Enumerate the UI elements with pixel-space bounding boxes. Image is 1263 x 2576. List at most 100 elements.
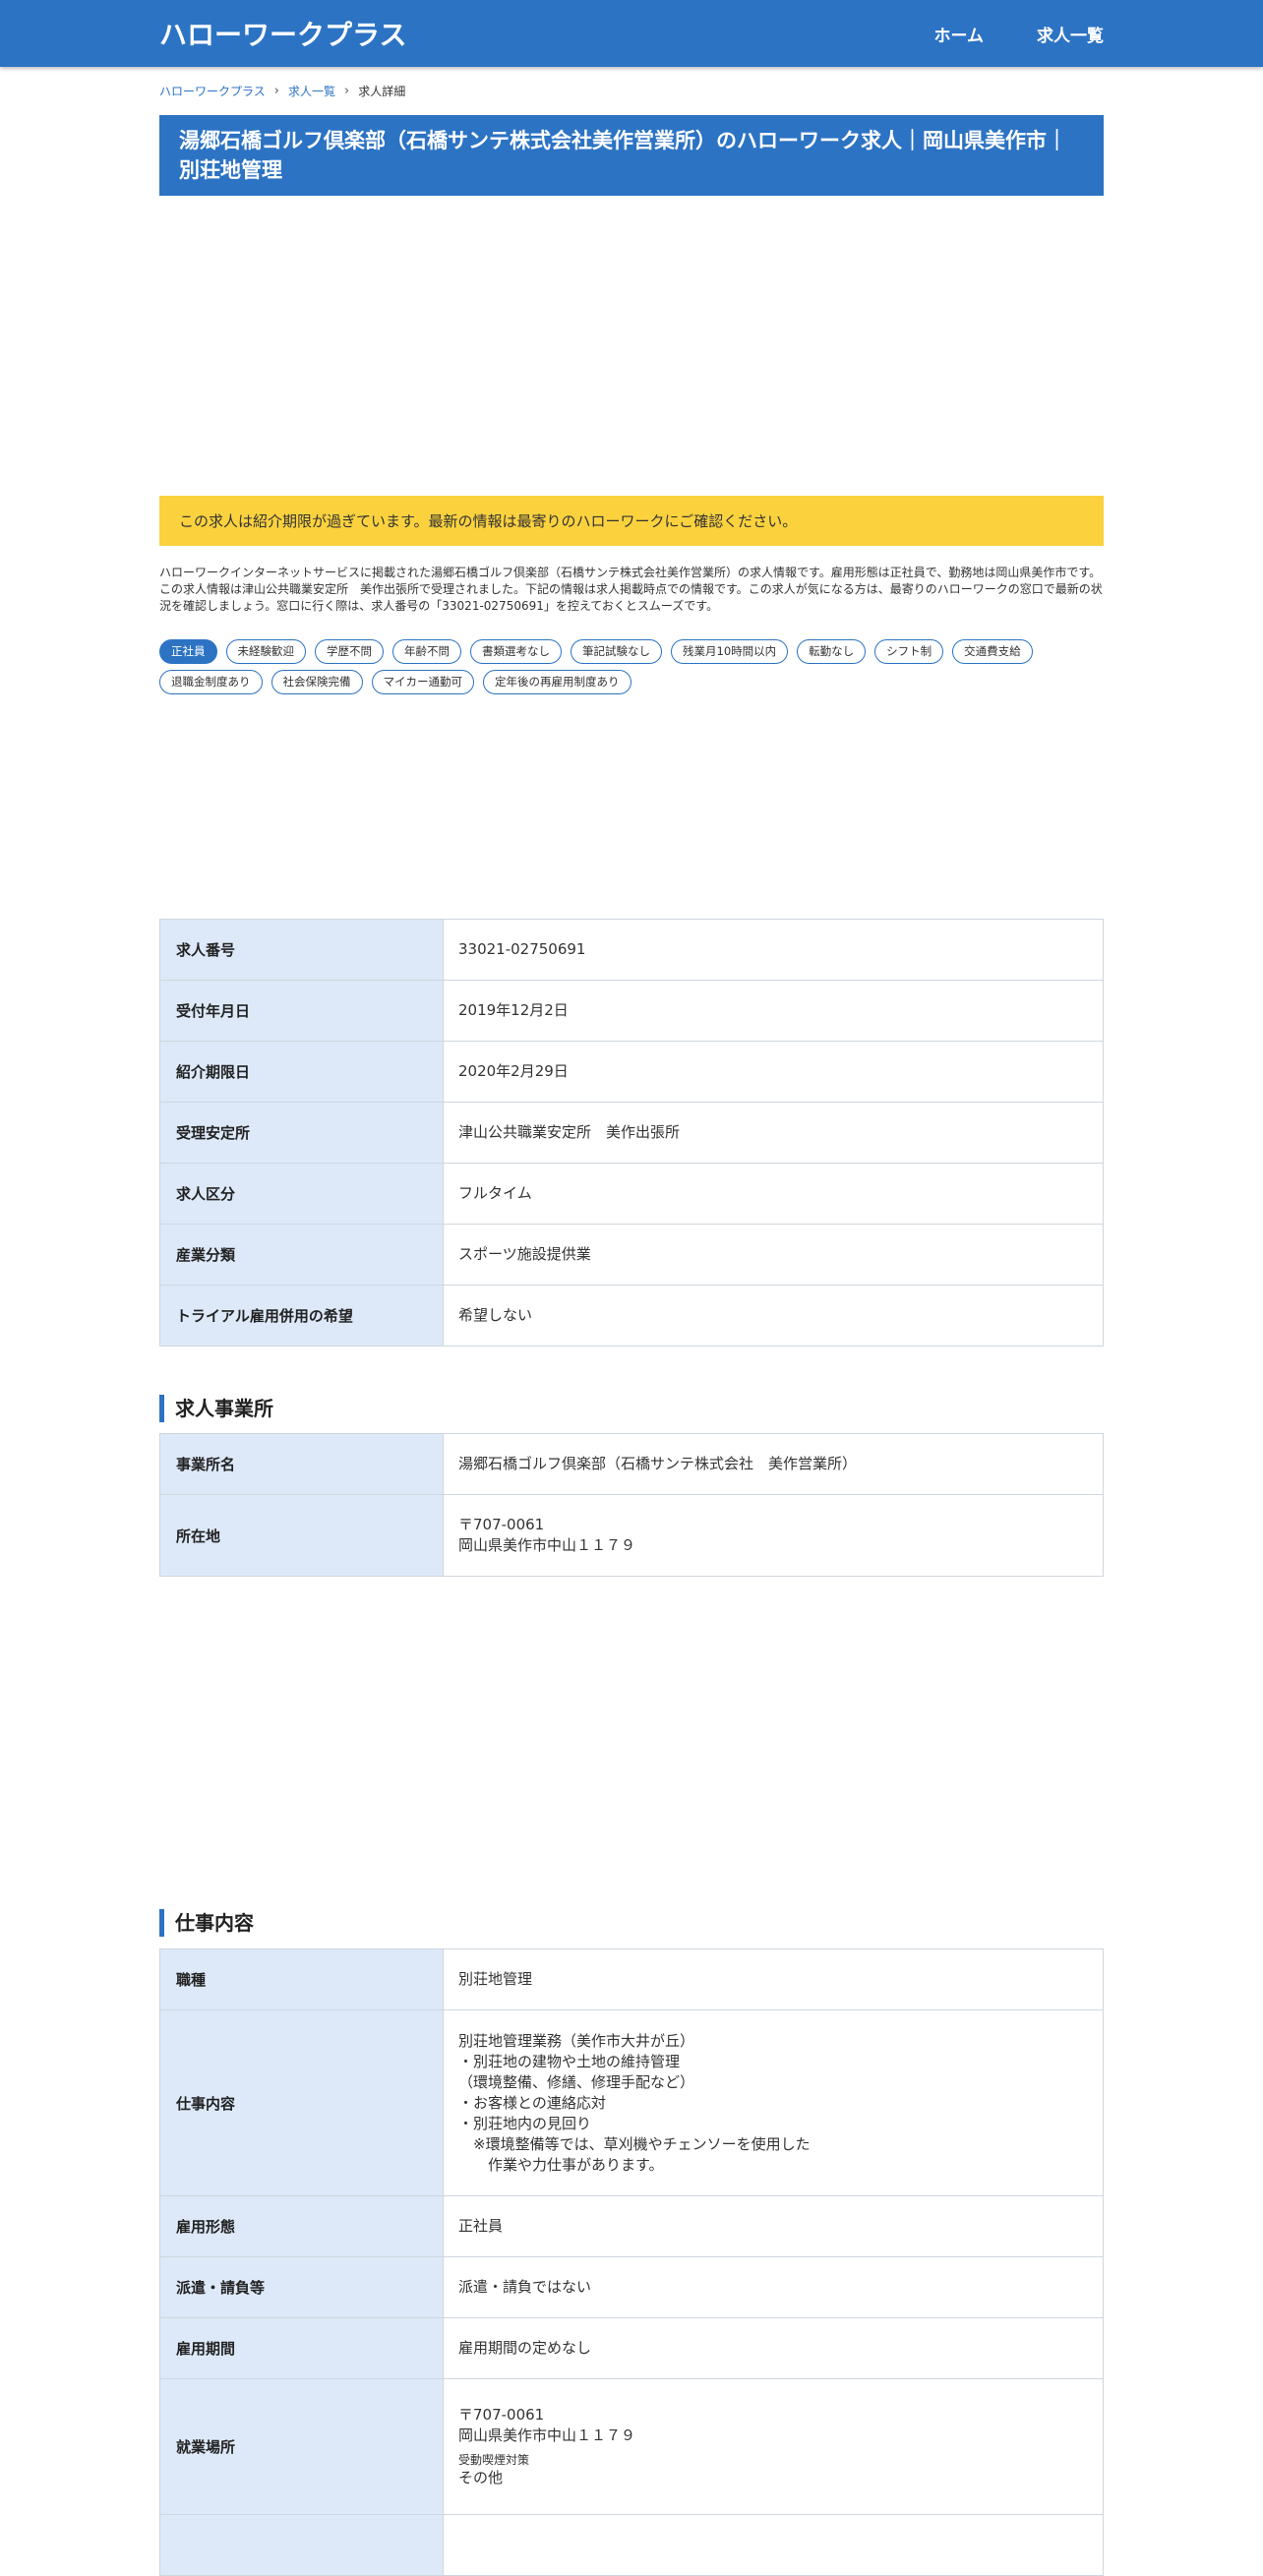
row-label: 求人区分 xyxy=(159,1163,444,1225)
breadcrumb: ハローワークプラス › 求人一覧 › 求人詳細 xyxy=(159,83,1104,99)
row-label: 雇用形態 xyxy=(159,2195,444,2257)
breadcrumb-job-list[interactable]: 求人一覧 xyxy=(288,83,335,99)
job-title: 別荘地管理 xyxy=(443,1948,1104,2010)
row-label: 事業所名 xyxy=(159,1433,444,1495)
section-heading-office: 求人事業所 xyxy=(159,1395,1104,1422)
page-title-box: 湯郷石橋ゴルフ倶楽部（石橋サンテ株式会社美作営業所）のハローワーク求人｜岡山県美… xyxy=(159,115,1104,196)
main-nav: ホーム 求人一覧 xyxy=(934,22,1105,46)
basic-info-table: 求人番号 33021-02750691 受付年月日 2019年12月2日 紹介期限日… xyxy=(159,919,1104,1347)
dispatch-status: 派遣・請負ではない xyxy=(443,2256,1104,2318)
smoking-label: 受動喫煙対策 xyxy=(458,2453,530,2467)
tag[interactable]: 筆記試験なし xyxy=(571,639,662,664)
content-line: （環境整備、修繕、修理手配など） xyxy=(458,2072,695,2091)
row-label: 受理安定所 xyxy=(159,1102,444,1164)
table-row: 受付年月日 2019年12月2日 xyxy=(159,980,1104,1042)
table-row: 事業所名 湯郷石橋ゴルフ倶楽部（石橋サンテ株式会社 美作営業所） xyxy=(159,1433,1104,1495)
tag[interactable]: 退職金制度あり xyxy=(159,670,263,694)
address: 岡山県美作市中山１１７９ xyxy=(458,2426,636,2444)
tag[interactable]: 正社員 xyxy=(159,639,217,664)
row-label: 紹介期限日 xyxy=(159,1041,444,1103)
table-row: 求人区分 フルタイム xyxy=(159,1163,1104,1225)
job-content-cell: 別荘地管理業務（美作市大井が丘） ・別荘地の建物や土地の維持管理 （環境整備、修… xyxy=(443,2009,1104,2196)
tag[interactable]: 学歴不問 xyxy=(315,639,384,664)
table-row xyxy=(159,2514,1104,2576)
row-label: トライアル雇用併用の希望 xyxy=(159,1285,444,1347)
table-row: 紹介期限日 2020年2月29日 xyxy=(159,1041,1104,1103)
chevron-right-icon: › xyxy=(343,84,350,98)
office-section: 事業所名 湯郷石橋ゴルフ倶楽部（石橋サンテ株式会社 美作営業所） 所在地 〒70… xyxy=(159,1433,1104,1577)
section-heading-work: 仕事内容 xyxy=(159,1909,1104,1937)
office-address-cell: 〒707-0061 岡山県美作市中山１１７９ xyxy=(443,1494,1104,1577)
row-value: 津山公共職業安定所 美作出張所 xyxy=(443,1102,1104,1164)
breadcrumb-home[interactable]: ハローワークプラス xyxy=(159,83,266,99)
notice-text: この求人は紹介期限が過ぎています。最新の情報は最寄りのハローワークにご確認くださ… xyxy=(179,512,798,530)
feature-tags: 正社員 未経験歓迎 学歴不問 年齢不問 書類選考なし 筆記試験なし 残業月10時… xyxy=(159,639,1104,694)
content-line: 別荘地管理業務（美作市大井が丘） xyxy=(458,2031,695,2050)
job-description-summary: ハローワークインターネットサービスに掲載された湯郷石橋ゴルフ倶楽部（石橋サンテ株… xyxy=(159,566,1103,613)
tag[interactable]: 社会保険完備 xyxy=(271,670,363,694)
postal-code: 〒707-0061 xyxy=(458,1516,545,1533)
row-value: フルタイム xyxy=(443,1163,1104,1225)
table-row: 受理安定所 津山公共職業安定所 美作出張所 xyxy=(159,1102,1104,1164)
content-line: 作業や力仕事があります。 xyxy=(458,2155,664,2174)
row-value: 希望しない xyxy=(443,1285,1104,1347)
row-label: 所在地 xyxy=(159,1494,444,1577)
row-label: 求人番号 xyxy=(159,919,444,981)
employment-type: 正社員 xyxy=(443,2195,1104,2257)
site-logo[interactable]: ハローワークプラス xyxy=(159,14,406,53)
smoking-policy: その他 xyxy=(458,2469,504,2486)
table-row: 求人番号 33021-02750691 xyxy=(159,919,1104,981)
employment-period: 雇用期間の定めなし xyxy=(443,2317,1104,2379)
office-table: 事業所名 湯郷石橋ゴルフ倶楽部（石橋サンテ株式会社 美作営業所） 所在地 〒70… xyxy=(159,1433,1104,1577)
content-line: ・別荘地内の見回り xyxy=(458,2114,592,2132)
office-name: 湯郷石橋ゴルフ倶楽部（石橋サンテ株式会社 美作営業所） xyxy=(443,1433,1104,1495)
postal-code: 〒707-0061 xyxy=(458,2406,545,2424)
tag[interactable]: 年齢不問 xyxy=(392,639,461,664)
row-label: 派遣・請負等 xyxy=(159,2256,444,2318)
table-row: 産業分類 スポーツ施設提供業 xyxy=(159,1224,1104,1286)
table-row: 職種 別荘地管理 xyxy=(159,1948,1104,2010)
row-label: 産業分類 xyxy=(159,1224,444,1286)
tag[interactable]: 残業月10時間以内 xyxy=(671,639,789,664)
basic-info-section: 求人番号 33021-02750691 受付年月日 2019年12月2日 紹介期限日… xyxy=(159,919,1104,1347)
tag[interactable]: 未経験歓迎 xyxy=(225,639,306,664)
tag[interactable]: マイカー通勤可 xyxy=(371,670,474,694)
row-label xyxy=(159,2514,444,2576)
work-section: 職種 別荘地管理 仕事内容 別荘地管理業務（美作市大井が丘） ・別荘地の建物や土… xyxy=(159,1948,1104,2576)
row-label: 雇用期間 xyxy=(159,2317,444,2379)
address: 岡山県美作市中山１１７９ xyxy=(458,1536,636,1554)
content-line: ・お客様との連絡応対 xyxy=(458,2093,606,2112)
row-label: 職種 xyxy=(159,1948,444,2010)
table-row: トライアル雇用併用の希望 希望しない xyxy=(159,1285,1104,1347)
row-label: 受付年月日 xyxy=(159,980,444,1042)
row-value: スポーツ施設提供業 xyxy=(443,1224,1104,1286)
site-header: ハローワークプラス ホーム 求人一覧 xyxy=(0,0,1263,67)
breadcrumb-current: 求人詳細 xyxy=(358,85,406,98)
row-value: 2019年12月2日 xyxy=(443,980,1104,1042)
workplace-cell: 〒707-0061 岡山県美作市中山１１７９ 受動喫煙対策 その他 xyxy=(443,2378,1104,2515)
nav-home-link[interactable]: ホーム xyxy=(934,22,985,46)
expired-notice: この求人は紹介期限が過ぎています。最新の情報は最寄りのハローワークにご確認くださ… xyxy=(159,496,1104,546)
table-row: 雇用期間 雇用期間の定めなし xyxy=(159,2317,1104,2379)
page-title: 湯郷石橋ゴルフ倶楽部（石橋サンテ株式会社美作営業所）のハローワーク求人｜岡山県美… xyxy=(179,129,1067,182)
row-value: 33021-02750691 xyxy=(443,919,1104,981)
work-table: 職種 別荘地管理 仕事内容 別荘地管理業務（美作市大井が丘） ・別荘地の建物や土… xyxy=(159,1948,1104,2576)
table-row: 所在地 〒707-0061 岡山県美作市中山１１７９ xyxy=(159,1494,1104,1577)
chevron-right-icon: › xyxy=(273,84,279,98)
nav-job-list-link[interactable]: 求人一覧 xyxy=(1037,22,1104,46)
row-label: 就業場所 xyxy=(159,2378,444,2515)
table-row: 雇用形態 正社員 xyxy=(159,2195,1104,2257)
table-row: 就業場所 〒707-0061 岡山県美作市中山１１７９ 受動喫煙対策 その他 xyxy=(159,2378,1104,2515)
tag[interactable]: 転勤なし xyxy=(797,639,867,664)
table-row: 仕事内容 別荘地管理業務（美作市大井が丘） ・別荘地の建物や土地の維持管理 （環… xyxy=(159,2009,1104,2196)
row-label: 仕事内容 xyxy=(159,2009,444,2196)
content-line: ・別荘地の建物や土地の維持管理 xyxy=(458,2052,681,2070)
content-line: ※環境整備等では、草刈機やチェンソーを使用した xyxy=(458,2134,811,2153)
tag[interactable]: 交通費支給 xyxy=(952,639,1033,664)
tag[interactable]: 書類選考なし xyxy=(470,639,562,664)
tag[interactable]: シフト制 xyxy=(874,639,944,664)
row-value: 2020年2月29日 xyxy=(443,1041,1104,1103)
table-row: 派遣・請負等 派遣・請負ではない xyxy=(159,2256,1104,2318)
row-value xyxy=(443,2514,1104,2576)
tag[interactable]: 定年後の再雇用制度あり xyxy=(483,670,632,694)
